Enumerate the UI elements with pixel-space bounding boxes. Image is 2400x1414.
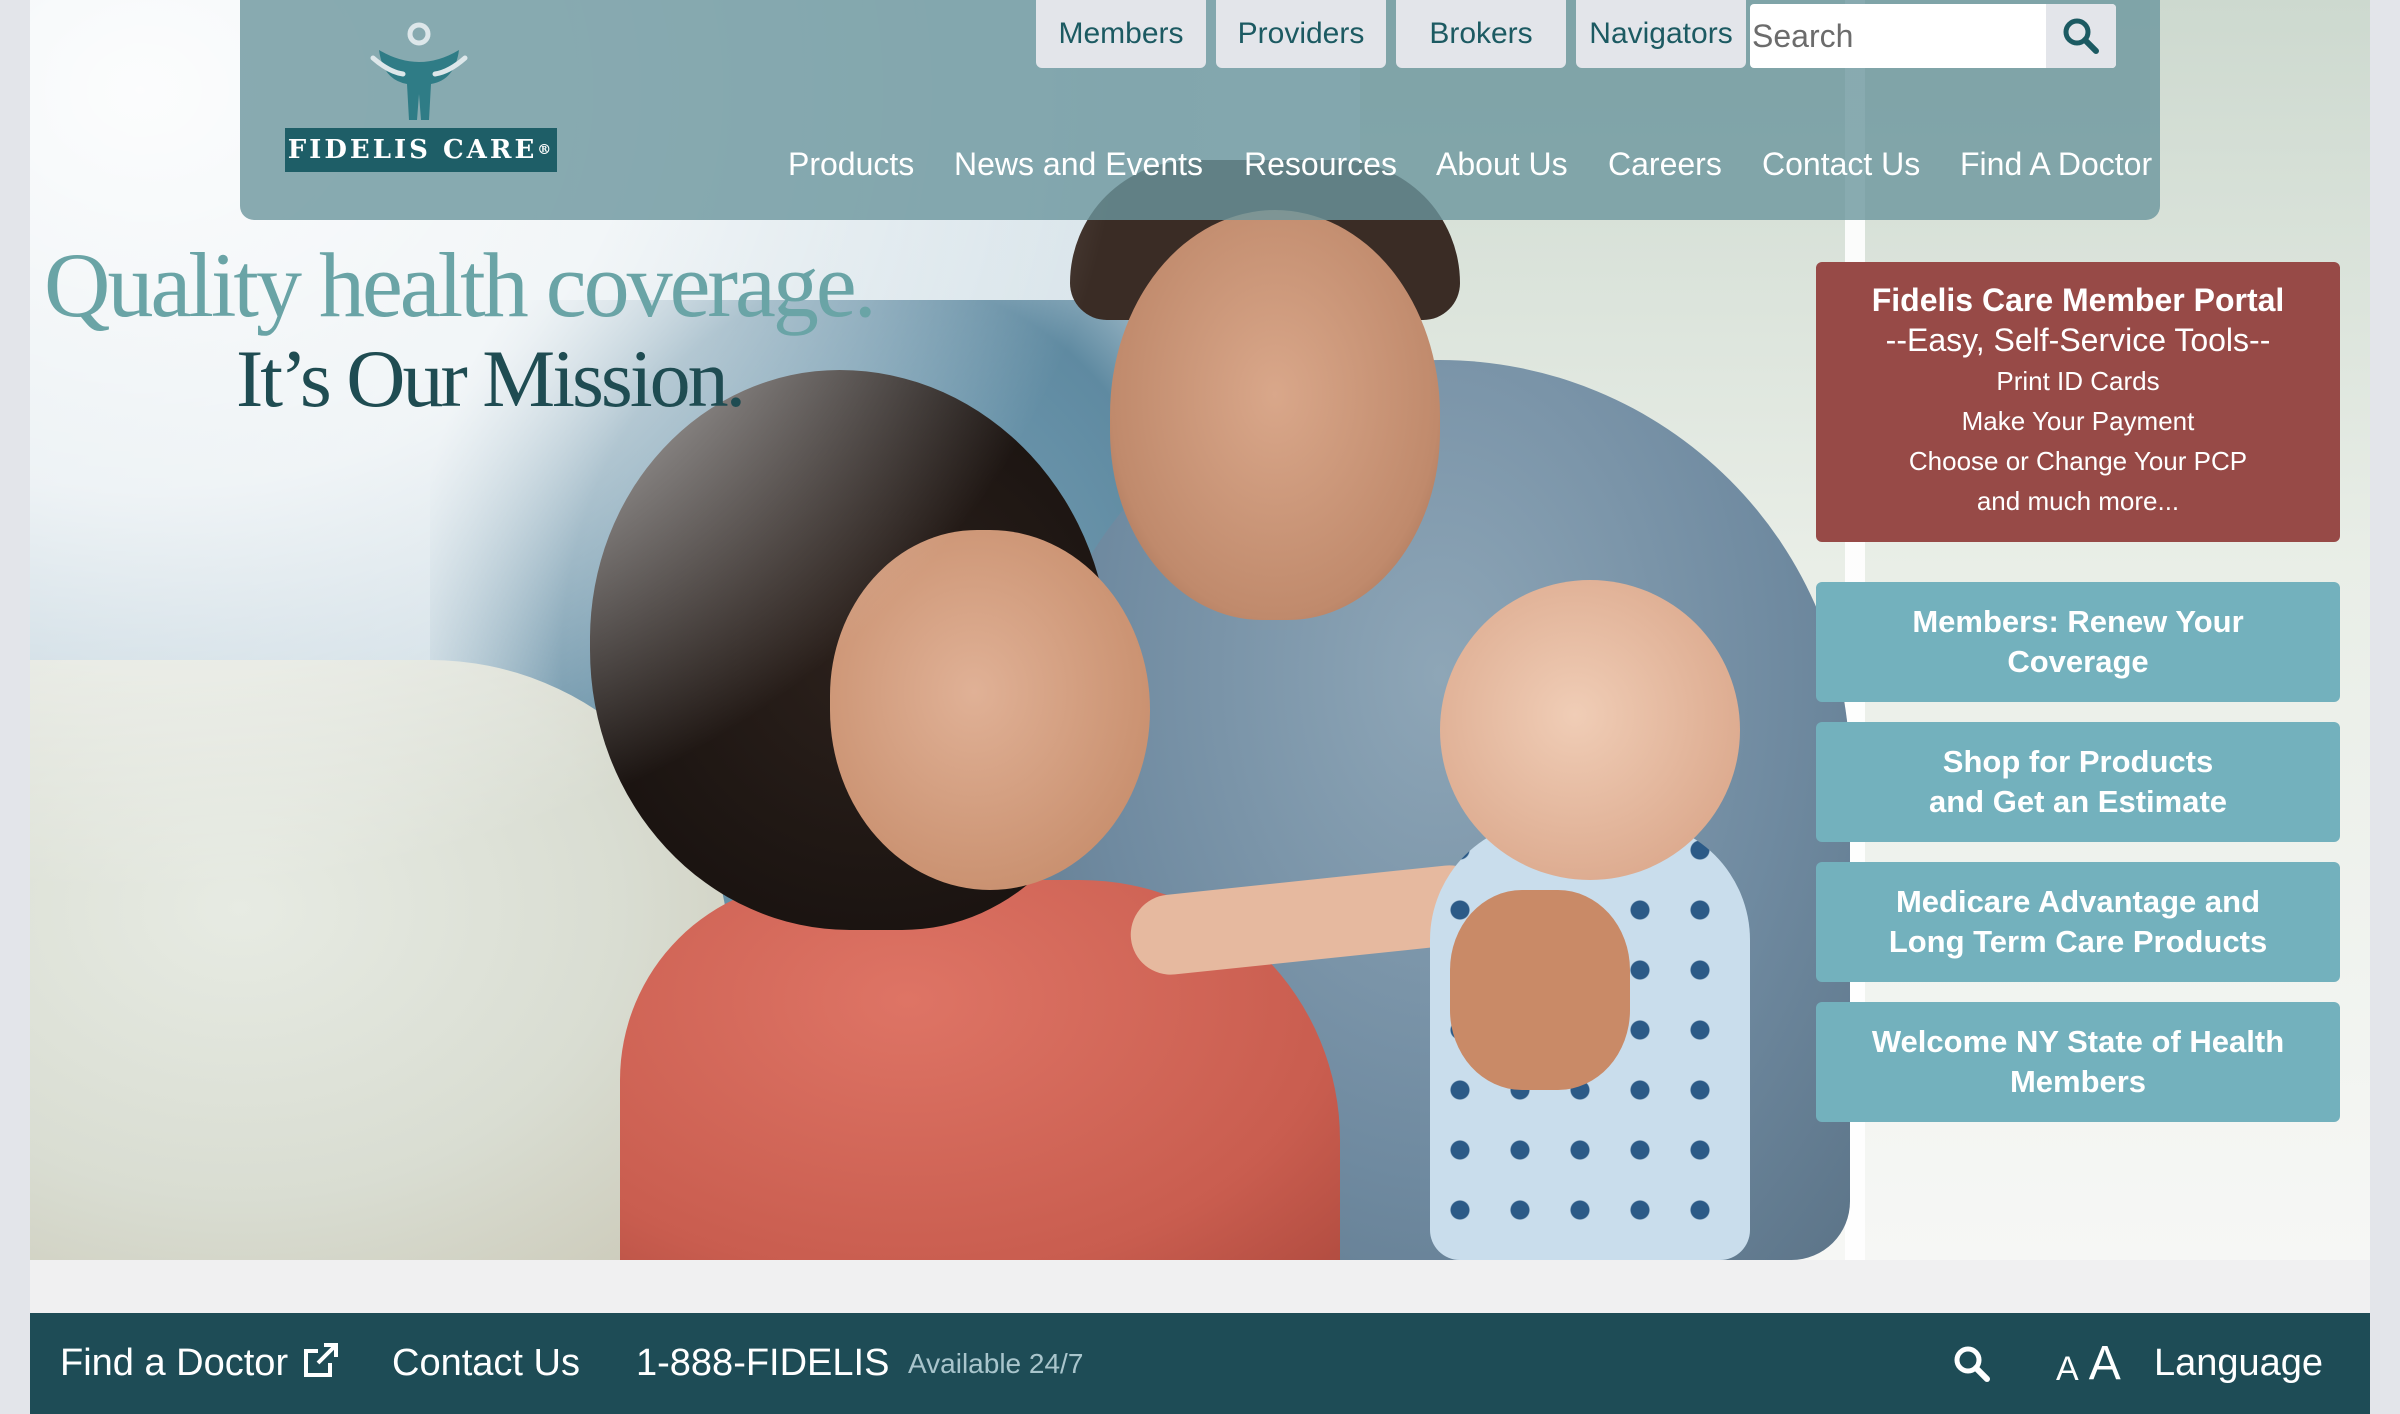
footer-find-a-doctor[interactable]: Find a Doctor [60,1313,340,1414]
text-size-large[interactable]: A [2089,1336,2121,1391]
button-line: Members: Renew Your [1912,604,2244,639]
hero-mother-hand [1450,890,1630,1090]
nav-careers[interactable]: Careers [1608,146,1722,183]
search-box [1750,4,2116,68]
hero-father-face [1110,210,1440,620]
external-link-icon [304,1342,339,1377]
button-line: Long Term Care Products [1888,924,2268,959]
search-input[interactable] [1752,6,2042,66]
tagline-line-2: It’s Our Mission. [236,333,746,424]
button-line: Coverage [2007,644,2149,679]
footer-search-button[interactable] [1952,1313,1992,1414]
brand-trademark: ® [537,142,555,158]
text-size-control[interactable]: A A [2056,1313,2121,1414]
tab-providers[interactable]: Providers [1216,0,1386,68]
search-button[interactable] [2046,4,2116,68]
fidelis-care-logo[interactable]: FIDELIS CARE ® [285,10,557,172]
portal-item: and much more... [1976,486,2180,516]
nav-about-us[interactable]: About Us [1436,146,1568,183]
nav-news-and-events[interactable]: News and Events [954,146,1203,183]
nav-products[interactable]: Products [788,146,914,183]
medicare-advantage-button[interactable]: Medicare Advantage and Long Term Care Pro… [1816,862,2340,982]
language-selector[interactable]: Language [2154,1313,2323,1414]
tab-navigators[interactable]: Navigators [1576,0,1746,68]
nav-find-a-doctor[interactable]: Find A Doctor [1960,146,2152,183]
button-line: Shop for Products [1942,744,2214,779]
renew-coverage-button[interactable]: Members: Renew Your Coverage [1816,582,2340,702]
portal-item: Make Your Payment [1961,406,2195,436]
text-size-small[interactable]: A [2056,1350,2079,1389]
footer-contact-us[interactable]: Contact Us [392,1313,580,1414]
button-line: and Get an Estimate [1928,784,2228,819]
hero-baby-head [1440,580,1740,880]
portal-item: Choose or Change Your PCP [1908,446,2248,476]
footer-availability: Available 24/7 [908,1347,1084,1379]
button-line: Members [2009,1064,2147,1099]
search-icon [1954,1346,1990,1382]
portal-item: Print ID Cards [1996,366,2160,396]
footer-bar: Find a Doctor Contact Us 1-888-FIDELIS A… [30,1313,2370,1414]
footer-phone-number[interactable]: 1-888-FIDELIS [636,1313,889,1414]
nav-contact-us[interactable]: Contact Us [1762,146,1920,183]
portal-title: Fidelis Care Member Portal [1871,282,2285,318]
search-icon [2063,18,2099,54]
footer-find-a-doctor-label: Find a Doctor [60,1342,289,1384]
page: Quality health coverage. It’s Our Missio… [30,0,2370,1414]
site-header: FIDELIS CARE ® Members Providers Brokers … [240,0,2160,220]
button-line: Medicare Advantage and [1895,884,2261,919]
ny-state-of-health-button[interactable]: Welcome NY State of Health Members [1816,1002,2340,1122]
member-portal-panel[interactable]: Fidelis Care Member Portal --Easy, Self-… [1816,262,2340,542]
tab-brokers[interactable]: Brokers [1396,0,1566,68]
tagline-line-1: Quality health coverage. [44,234,877,336]
button-line: Welcome NY State of Health [1871,1024,2285,1059]
logo-figure-icon [370,22,468,120]
brand-name: FIDELIS CARE [287,135,538,165]
nav-resources[interactable]: Resources [1244,146,1397,183]
portal-subtitle: --Easy, Self-Service Tools-- [1885,322,2271,358]
shop-products-button[interactable]: Shop for Products and Get an Estimate [1816,722,2340,842]
logo-wordmark: FIDELIS CARE ® [285,128,557,172]
tab-members[interactable]: Members [1036,0,1206,68]
